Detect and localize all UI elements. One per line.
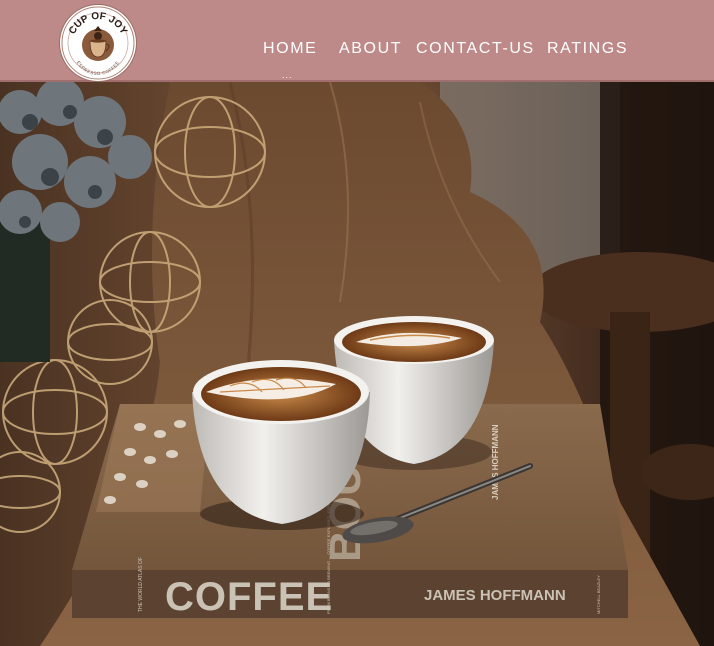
nav-link-contact-us[interactable]: CONTACT-US (416, 40, 535, 58)
active-link-indicator: ... (282, 70, 293, 80)
nav-link-about[interactable]: ABOUT (339, 40, 402, 58)
book-title: COFFEE (165, 575, 333, 619)
book-author: JAMES HOFFMANN (424, 587, 566, 604)
cup-of-joy-logo[interactable]: CUP OF JOY ESPRESSO COFFEE (60, 5, 136, 81)
coffee-scene-illustration: COFFEE JAMES HOFFMANN THE WORLD ATLAS OF… (0, 82, 714, 646)
nav-link-ratings[interactable]: RATINGS (547, 40, 628, 58)
hero-image: COFFEE JAMES HOFFMANN THE WORLD ATLAS OF… (0, 82, 714, 646)
book-spine-right: MITCHELL BEAZLEY (596, 575, 601, 614)
top-navbar: CUP OF JOY ESPRESSO COFFEE HOME ABOUT CO… (0, 0, 714, 82)
book-cover-side: JAMES HOFFMANN (491, 424, 500, 500)
nav-link-home[interactable]: HOME (263, 40, 317, 58)
book-spine-left: THE WORLD ATLAS OF (138, 557, 144, 612)
coffee-cup-front (192, 360, 370, 530)
logo-badge-icon: CUP OF JOY ESPRESSO COFFEE (61, 6, 135, 80)
